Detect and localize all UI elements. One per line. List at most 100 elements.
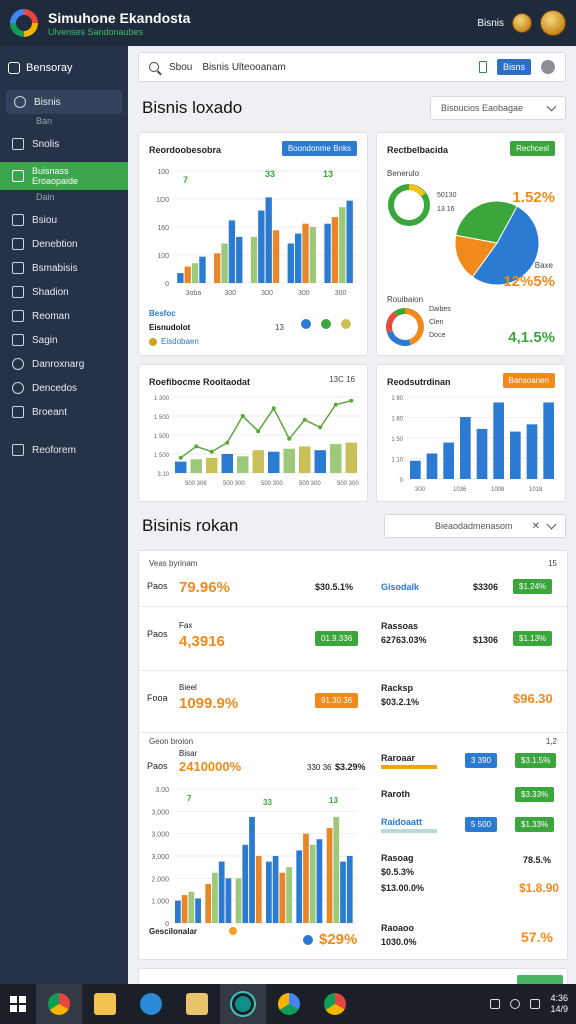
right-row-pill[interactable]: $1.33% [515,817,555,832]
progress-bar [381,765,437,769]
taskbar-chrome-2[interactable] [266,984,312,1024]
search-bar[interactable]: Sbou Bisnis Ulteooanam Bisns [138,52,566,82]
taskbar-explorer[interactable] [82,984,128,1024]
sidebar-item-broeant[interactable]: Broeant [0,400,128,424]
row-pill[interactable]: $1.24% [513,579,553,594]
x-tick-label: 500 300 [337,481,359,487]
close-icon[interactable]: ✕ [532,521,540,532]
sidebar-item-reoforem[interactable]: Reoforem [0,438,128,462]
bar [206,457,218,473]
row-name: Gisodalk [381,582,420,592]
card-action-button[interactable]: Rechcesl [510,141,555,156]
sidebar-item-danroxnarg[interactable]: Danroxnarg [0,352,128,376]
legend-sub: Eisdobaen [161,337,199,346]
list-row[interactable]: Fooa Bieel 1099.9% 91.30.36 Racksp $03.2… [139,671,569,733]
sidebar-item-denebtion[interactable]: Denebtion [0,232,128,256]
donut-segment [386,330,411,346]
sidebar-brand[interactable]: Bensoray [0,54,128,82]
right-row-pill[interactable]: 5 500 [465,817,498,832]
search-button[interactable]: Bisns [496,59,531,75]
dropdown-value: Bieaodadmenasom [435,521,513,531]
bar [543,402,554,479]
taskbar-edge[interactable] [128,984,174,1024]
coins-stack-icon[interactable] [540,10,566,36]
sidebar-item-snolis[interactable]: Snolis [0,132,128,156]
sidebar-item-bisnis[interactable]: Bisnis [6,90,122,114]
footer-dot [229,927,237,935]
y-tick-label: 1 500 [154,453,170,459]
bar [272,230,280,283]
bar [221,454,233,473]
row-pill[interactable]: 91.30.36 [315,693,359,708]
coin-icon [512,13,532,33]
taskbar: 4:36 14/9 [0,984,576,1024]
pie-chart-card: Rectbelbacida Rechcesl Benerulo 50130 13 … [376,132,566,356]
row-pill[interactable]: $1.13% [513,631,553,646]
profile-icon[interactable] [541,60,555,74]
sidebar-item-shadion[interactable]: Shadion [0,280,128,304]
y-tick-label: 3.00 [155,787,169,794]
card-badge: 13C 16 [329,375,355,384]
row-label: Paos [147,761,168,771]
row-pill[interactable]: 01.9.336 [315,631,359,646]
bar [296,850,303,923]
globe-icon [12,382,24,394]
line-point [349,398,354,403]
list-row[interactable]: Paos 79.96% $30.5.1% Gisodalk $3306 $1.2… [139,571,569,607]
bar [286,867,292,923]
header-user-label[interactable]: Bisnis [477,18,504,29]
search-icon [14,96,26,108]
bar [191,263,199,283]
volume-icon[interactable] [530,999,541,1009]
clock-date: 14/9 [550,1004,568,1014]
bar [228,220,236,283]
right-row-pill[interactable]: $3.1.5% [515,753,557,768]
legend-dot-blue[interactable] [301,319,311,329]
sidebar-item-reoman[interactable]: Reoman [0,304,128,328]
bar [309,227,317,283]
right-row-pill[interactable]: 3 390 [465,753,498,768]
bar [314,450,326,473]
list-row[interactable]: Paos Fax 4,3916 01.9.336 Rassoas 62763.0… [139,607,569,671]
sidebar-item-bsmabisis[interactable]: Bsmabisis [0,256,128,280]
sidebar-sub-label: Ban [36,116,53,126]
app-subtitle: Ulvenses Sandonaubes [48,26,144,37]
network-icon[interactable] [510,999,521,1009]
right-row-pill[interactable]: $3.33% [515,787,555,802]
sidebar-item-sagin[interactable]: Sagin [0,328,128,352]
notification-icon[interactable] [490,999,501,1009]
taskbar-chrome[interactable] [36,984,82,1024]
donut-legend-label: Clen [429,319,444,326]
card-action-button[interactable]: Bansoanen [502,373,555,388]
bar [476,428,488,479]
taskbar-files[interactable] [174,984,220,1024]
app-logo-icon [10,9,38,37]
search-input[interactable]: Bisnis Ulteooanam [202,62,285,73]
row-label: Paos [147,581,168,591]
sidebar-item-label: Broeant [32,406,68,418]
sidebar-item-dencedos[interactable]: Dencedos [0,376,128,400]
list-header-count: 15 [548,559,557,568]
line-point [333,402,338,407]
taskbar-chrome-3[interactable] [312,984,358,1024]
section-dropdown[interactable]: Bisoucios Eaobagae [430,96,566,120]
start-button[interactable] [0,984,36,1024]
row-sub: Bisar [179,749,198,758]
sidebar-item-label: Bsmabisis [32,262,78,274]
bar [177,273,184,283]
clock[interactable]: 4:36 14/9 [550,993,568,1015]
bar [188,891,195,923]
legend-dot-green[interactable] [321,319,331,329]
sidebar-item-bsiou[interactable]: Bsiou [0,208,128,232]
legend-value: Eisnudolot [149,323,191,332]
section-dropdown-2[interactable]: Bieaodadmenasom ✕ [384,514,566,538]
peak-label: 13 [329,796,338,805]
section-title-2: Bisinis rokan [142,516,239,535]
bar [324,223,331,283]
legend-dot-olive[interactable] [341,319,351,329]
card-action-button[interactable]: Boondonme Bnks [281,141,357,156]
bar [510,431,521,479]
taskbar-app[interactable] [220,984,266,1024]
bar [287,243,294,283]
sidebar-item-active[interactable]: Buisnass Eroaopaide [0,162,128,190]
